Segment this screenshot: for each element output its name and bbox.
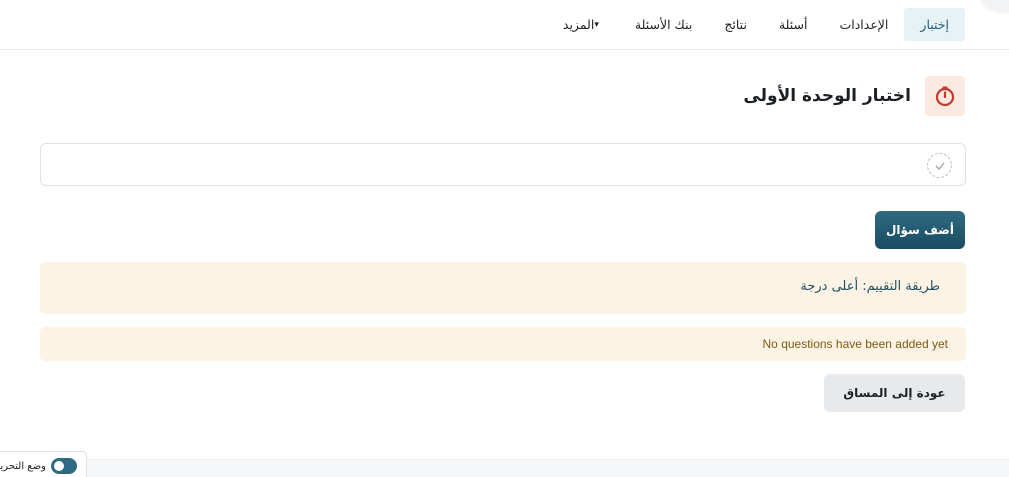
- tab-quiz-label: إختبار: [920, 17, 949, 32]
- back-to-course-button[interactable]: عودة إلى المساق: [824, 374, 965, 412]
- grading-method-box: طريقة التقييم: أعلى درجة: [40, 262, 966, 314]
- check-icon-svg: [935, 162, 944, 170]
- tab-results[interactable]: نتائج: [708, 8, 763, 41]
- secondary-nav-tabs: إختبار الإعدادات أسئلة نتائج بنك الأسئلة…: [547, 8, 965, 41]
- tab-settings[interactable]: الإعدادات: [824, 8, 905, 41]
- tab-question-bank-label: بنك الأسئلة: [634, 17, 693, 32]
- tab-questions[interactable]: أسئلة: [763, 8, 824, 41]
- user-menu-corner[interactable]: [981, 0, 1009, 12]
- stopwatch-icon-svg: [935, 86, 955, 107]
- edit-mode-label: وضع التحرير: [0, 460, 45, 472]
- tab-settings-label: الإعدادات: [839, 17, 889, 32]
- page-title: اختبار الوحدة الأولى: [743, 86, 911, 106]
- page-header: اختبار الوحدة الأولى: [743, 76, 965, 116]
- edit-mode-switch[interactable]: [51, 458, 77, 474]
- no-questions-text: No questions have been added yet: [762, 337, 948, 351]
- tab-results-label: نتائج: [724, 17, 747, 32]
- chevron-down-icon: ▾: [594, 19, 599, 30]
- switch-knob: [54, 461, 64, 471]
- page-footer: [0, 459, 1009, 477]
- top-navigation: إختبار الإعدادات أسئلة نتائج بنك الأسئلة…: [0, 0, 1009, 50]
- activity-completion-box: [40, 143, 966, 186]
- grading-method-text: طريقة التقييم: أعلى درجة: [800, 279, 940, 294]
- tab-question-bank[interactable]: بنك الأسئلة: [619, 8, 708, 41]
- add-question-button[interactable]: أضف سؤال: [875, 211, 965, 249]
- tab-more[interactable]: المزيد ▾: [547, 8, 619, 41]
- tab-questions-label: أسئلة: [778, 17, 808, 32]
- check-circle-icon: [927, 153, 952, 178]
- stopwatch-icon: [925, 76, 965, 116]
- edit-mode-toggle-panel: وضع التحرير: [0, 451, 87, 477]
- no-questions-notice: No questions have been added yet: [40, 327, 966, 361]
- tab-quiz[interactable]: إختبار: [904, 8, 965, 41]
- tab-more-label: المزيد: [562, 17, 595, 32]
